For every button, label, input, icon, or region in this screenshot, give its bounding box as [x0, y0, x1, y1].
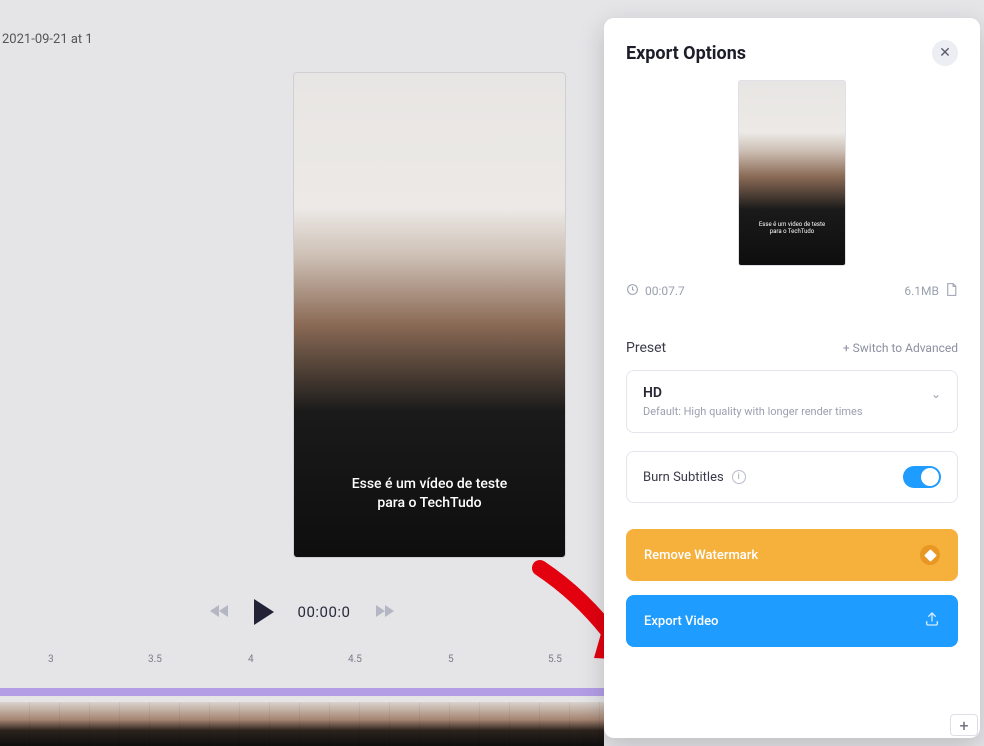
switch-advanced-link[interactable]: + Switch to Advanced [843, 341, 958, 355]
caption-line-1: Esse é um vídeo de teste [294, 475, 565, 494]
remove-watermark-label: Remove Watermark [644, 548, 758, 563]
preset-description: Default: High quality with longer render… [643, 405, 863, 418]
thumbnail [570, 702, 600, 746]
ruler-tick: 5 [448, 654, 454, 665]
ruler-tick: 4 [248, 654, 254, 665]
export-video-button[interactable]: Export Video [626, 595, 958, 647]
export-duration: 00:07.7 [645, 284, 685, 298]
thumbnail [210, 702, 240, 746]
panel-title: Export Options [626, 43, 746, 64]
video-caption: Esse é um vídeo de teste para o TechTudo [294, 475, 565, 513]
thumbnail [150, 702, 180, 746]
preset-name: HD [643, 385, 863, 401]
playback-controls: 00:00:0 [0, 588, 604, 636]
ruler-tick: 3.5 [148, 654, 162, 665]
export-meta-row: 00:07.7 6.1MB [626, 282, 958, 300]
thumbnail [450, 702, 480, 746]
thumbnail [330, 702, 360, 746]
close-button[interactable]: ✕ [932, 40, 958, 66]
info-icon[interactable]: i [732, 470, 746, 484]
thumbnail [90, 702, 120, 746]
thumbnail [390, 702, 420, 746]
export-preview-thumbnail: Esse é um video de teste para o TechTudo [738, 80, 846, 266]
close-icon: ✕ [939, 45, 951, 61]
thumbnail [510, 702, 540, 746]
play-button[interactable] [254, 599, 274, 625]
file-icon [945, 282, 958, 300]
export-video-label: Export Video [644, 614, 718, 629]
premium-icon [920, 545, 940, 565]
playhead-timecode: 00:00:0 [298, 603, 351, 621]
thumbnail [360, 702, 390, 746]
burn-subtitles-label: Burn Subtitles [643, 470, 724, 485]
thumbnail [480, 702, 510, 746]
thumbnail [120, 702, 150, 746]
thumbnail [30, 702, 60, 746]
mini-caption-line-2: para o TechTudo [739, 228, 845, 235]
timeline-ruler: 3 3.5 4 4.5 5 5.5 [0, 652, 604, 676]
thumbnail [540, 702, 570, 746]
export-filesize: 6.1MB [904, 284, 939, 298]
thumbnail [240, 702, 270, 746]
burn-subtitles-toggle[interactable] [903, 466, 941, 488]
ruler-tick: 5.5 [548, 654, 562, 665]
video-preview[interactable]: Esse é um vídeo de teste para o TechTudo [293, 72, 566, 558]
clock-icon [626, 283, 639, 299]
rewind-button[interactable] [210, 603, 230, 622]
thumbnail [420, 702, 450, 746]
preset-selector[interactable]: HD Default: High quality with longer ren… [626, 370, 958, 433]
thumbnail [270, 702, 300, 746]
timeline-thumbnails[interactable] [0, 702, 604, 746]
thumbnail [0, 702, 30, 746]
thumbnail [300, 702, 330, 746]
remove-watermark-button[interactable]: Remove Watermark [626, 529, 958, 581]
ruler-tick: 3 [48, 654, 54, 665]
forward-button[interactable] [374, 603, 394, 622]
chevron-down-icon: ⌄ [931, 387, 941, 401]
ruler-tick: 4.5 [348, 654, 362, 665]
burn-subtitles-row: Burn Subtitles i [626, 451, 958, 503]
thumbnail [180, 702, 210, 746]
export-icon [924, 611, 940, 631]
thumbnail [60, 702, 90, 746]
caption-line-2: para o TechTudo [294, 494, 565, 513]
add-button[interactable]: + [950, 714, 978, 736]
mini-caption-line-1: Esse é um video de teste [739, 221, 845, 228]
filename-label: 2021-09-21 at 1 [2, 32, 93, 47]
timeline-track[interactable] [0, 688, 604, 696]
preset-section-label: Preset [626, 340, 666, 356]
export-options-panel: Export Options ✕ Esse é um video de test… [604, 18, 980, 738]
